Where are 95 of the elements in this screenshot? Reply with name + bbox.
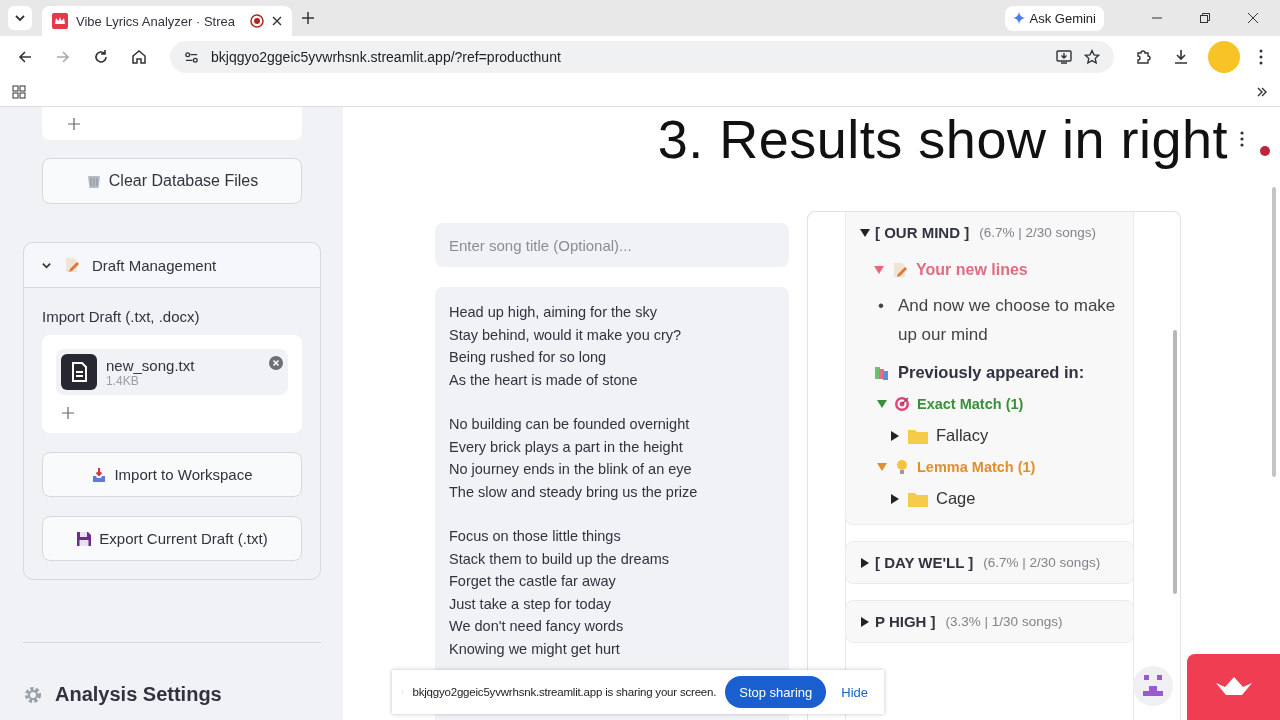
caret-icon (890, 430, 900, 441)
phrase-stats: (6.7% | 2/30 songs) (983, 555, 1101, 570)
pixel-avatar-icon[interactable] (1133, 666, 1173, 706)
page-scrollbar[interactable] (1272, 187, 1276, 477)
dot-icon (1260, 146, 1270, 156)
reload-icon[interactable] (93, 49, 109, 65)
lyric-line: Head up high, aiming for the sky (449, 303, 658, 322)
caret-icon (860, 616, 870, 627)
phrase-title: [ OUR MIND ] (875, 224, 970, 241)
file-name: new_song.txt (106, 357, 196, 374)
lyric-line: Every brick plays a part in the height (449, 437, 684, 457)
gear-icon (23, 684, 43, 705)
lyric-line: Focus on those little things (449, 527, 622, 546)
import-draft-label: Import Draft (.txt, .docx) (42, 308, 201, 325)
caret-icon (890, 493, 900, 504)
add-icon[interactable] (62, 407, 74, 419)
phrase-header[interactable]: P HIGH ] (3.3% | 1/30 songs) (846, 601, 1133, 642)
home-icon[interactable] (131, 49, 147, 65)
matched-line: And now we choose to make up our mind (897, 295, 1117, 346)
lyric-line: Just take a step for today (449, 594, 612, 614)
crown-icon (52, 13, 68, 29)
menu-icon[interactable] (1259, 49, 1263, 65)
lyric-line: Stack them to build up the dreams (449, 549, 671, 569)
stop-sharing-button[interactable]: Stop sharing (725, 676, 827, 708)
add-icon[interactable] (68, 117, 80, 130)
lyric-line: No building can be founded overnight (449, 415, 691, 434)
books-icon (874, 364, 890, 381)
expand-arrow-icon[interactable] (877, 399, 887, 409)
extensions-icon[interactable] (1135, 49, 1151, 65)
expand-arrow-icon[interactable] (874, 265, 884, 275)
lyric-line: Being rushed for so long (449, 348, 608, 367)
browser-tab[interactable]: Vibe Lyrics Analyzer · Strea (42, 6, 292, 36)
lyric-line: We don't need fancy words (449, 617, 625, 636)
back-icon[interactable] (17, 49, 33, 65)
scrollbar[interactable] (1173, 330, 1177, 594)
caret-icon (14, 12, 26, 24)
more-bookmarks-icon[interactable] (1256, 86, 1268, 98)
remove-file-icon[interactable] (269, 356, 283, 370)
phrase-stats: (3.3% | 1/30 songs) (945, 614, 1063, 629)
match-label: Lemma Match (1) (917, 459, 1036, 475)
address-bar[interactable]: bkjqgyo2ggeic5yvwrhsnk.streamlit.app/?ref=producthunt (170, 41, 1114, 73)
sharing-message: bkjqgyo2ggeic5yvwrhsnk.streamlit.app is sharing your screen. (412, 686, 717, 698)
clear-database-button[interactable]: Clear Database Files (42, 158, 302, 204)
lyric-line: Forget the castle far away (449, 572, 617, 591)
new-lines-label: Your new lines (916, 261, 1028, 279)
restore-icon[interactable] (1200, 13, 1210, 23)
lyric-line: No journey ends in the blink of an eye (449, 460, 693, 479)
draft-management-header[interactable]: Draft Management (24, 243, 320, 288)
close-icon[interactable] (1248, 13, 1258, 23)
import-workspace-button[interactable]: Import to Workspace (42, 452, 302, 497)
new-tab-icon[interactable] (302, 12, 314, 24)
target-icon (894, 396, 910, 412)
export-draft-button[interactable]: Export Current Draft (.txt) (42, 516, 302, 561)
file-size: 1.4KB (106, 374, 140, 388)
analysis-settings-heading: Analysis Settings (55, 683, 222, 706)
phrase-stats: (6.7% | 2/30 songs) (979, 225, 1096, 240)
more-options-icon[interactable] (1240, 131, 1244, 147)
phrase-header[interactable]: [ OUR MIND ] (6.7% | 2/30 songs) (846, 212, 1133, 253)
lyric-line: The slow and steady bring us the prize (449, 482, 699, 502)
ask-gemini-button[interactable]: Ask Gemini (1004, 5, 1104, 31)
sparkle-icon (1012, 12, 1025, 24)
apps-icon[interactable] (12, 85, 26, 99)
install-app-icon[interactable] (1056, 49, 1072, 65)
song-item[interactable]: Cage (890, 489, 1119, 508)
folder-icon (908, 490, 928, 507)
phrase-header[interactable]: [ DAY WE'LL ] (6.7% | 2/30 songs) (846, 542, 1133, 583)
hide-button[interactable]: Hide (835, 683, 874, 701)
lyric-line: Knowing we might get hurt (449, 639, 621, 659)
song-title-field[interactable]: Enter song title (Optional)... (435, 223, 789, 267)
folder-icon (908, 427, 928, 444)
inbox-tray-icon (91, 466, 108, 483)
site-settings-icon[interactable] (184, 49, 199, 65)
caption-overlay: 3. Results show in right (657, 108, 1228, 170)
previously-appeared-label: Previously appeared in: (898, 363, 1085, 382)
trash-icon (85, 173, 102, 189)
streamlit-badge[interactable] (1187, 654, 1280, 720)
lyric-line: As the heart is made of stone (449, 370, 639, 390)
memo-icon (892, 262, 908, 278)
caret-icon (860, 227, 870, 238)
lyric-line: Stay behind, would it make you cry? (449, 325, 683, 345)
phrase-title: P HIGH ] (875, 613, 936, 630)
caret-icon (860, 557, 870, 568)
tab-list-button[interactable] (8, 6, 32, 30)
song-item[interactable]: Fallacy (890, 426, 1119, 445)
draft-management-title: Draft Management (92, 256, 217, 274)
download-icon[interactable] (1173, 49, 1189, 65)
light-bulb-icon (894, 459, 910, 475)
document-icon (61, 354, 97, 390)
match-label: Exact Match (1) (917, 396, 1024, 412)
phrase-title: [ DAY WE'LL ] (875, 554, 974, 571)
close-icon[interactable] (272, 16, 282, 26)
memo-icon (64, 257, 80, 273)
bookmark-star-icon[interactable] (1084, 49, 1100, 65)
url-text: bkjqgyo2ggeic5yvwrhsnk.streamlit.app/?ref=producthunt (211, 49, 561, 65)
bullet: • (878, 295, 884, 317)
